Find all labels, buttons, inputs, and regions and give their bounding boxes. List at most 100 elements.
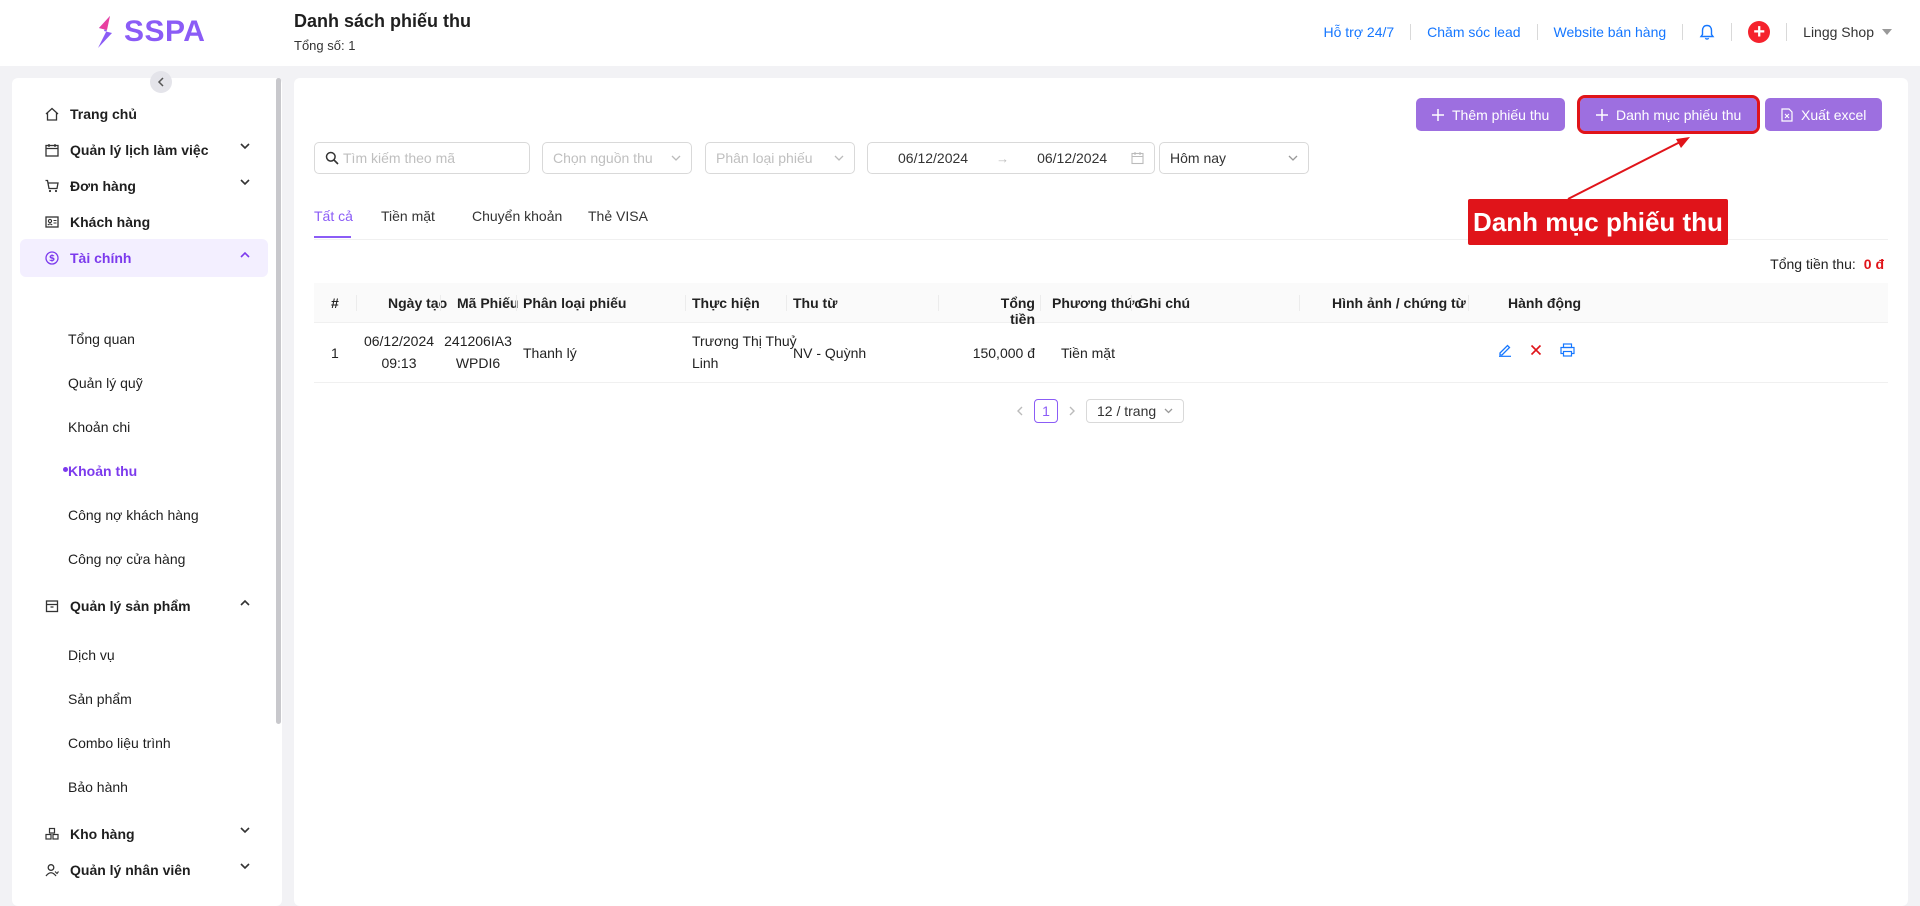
support-link[interactable]: Hỗ trợ 24/7 bbox=[1308, 24, 1412, 40]
col-separator bbox=[356, 295, 357, 311]
cell-method: Tiền mặt bbox=[1061, 345, 1115, 361]
total-income-amount: 0 đ bbox=[1863, 256, 1884, 272]
delete-icon[interactable] bbox=[1529, 343, 1543, 357]
receipt-type-select[interactable]: Phân loại phiếu bbox=[705, 142, 855, 174]
date-range-picker[interactable]: 06/12/2024 → 06/12/2024 bbox=[867, 142, 1155, 174]
plus-icon bbox=[1596, 108, 1608, 121]
table-header: # Ngày tạo Mã Phiếu Phân loại phiếu Thực… bbox=[314, 283, 1888, 327]
cell-performer: Trương Thị Thuỷ Linh bbox=[692, 330, 797, 374]
page-number-current[interactable]: 1 bbox=[1034, 399, 1058, 423]
warehouse-icon bbox=[44, 826, 60, 842]
chevron-up-icon bbox=[240, 251, 250, 258]
sidebar-subitem-products[interactable]: Sản phẩm bbox=[68, 691, 132, 707]
sidebar-subitem-warranty[interactable]: Bảo hành bbox=[68, 779, 128, 795]
date-from[interactable]: 06/12/2024 bbox=[898, 150, 968, 166]
chevron-down-icon bbox=[240, 143, 250, 150]
tab-visa[interactable]: Thẻ VISA bbox=[588, 208, 648, 224]
cell-code[interactable]: 241206IA3 WPDI6 bbox=[444, 330, 512, 374]
receipt-category-button[interactable]: Danh mục phiếu thu bbox=[1576, 95, 1761, 134]
sidebar-item-staff[interactable]: Quản lý nhân viên bbox=[20, 851, 268, 889]
sidebar-subitem-store-debt[interactable]: Công nợ cửa hàng bbox=[68, 551, 185, 567]
chevron-down-icon bbox=[240, 179, 250, 186]
cart-icon bbox=[44, 178, 60, 194]
quick-add-button[interactable]: + bbox=[1732, 21, 1788, 43]
add-receipt-button[interactable]: Thêm phiếu thu bbox=[1416, 98, 1566, 131]
search-input[interactable]: Tìm kiếm theo mã bbox=[314, 142, 530, 174]
sidebar-item-warehouse[interactable]: Kho hàng bbox=[20, 815, 268, 853]
chevron-right-icon[interactable] bbox=[1068, 406, 1076, 416]
lead-care-link[interactable]: Chăm sóc lead bbox=[1411, 24, 1538, 40]
table-row[interactable]: 1 06/12/2024 09:13 241206IA3 WPDI6 Thanh… bbox=[314, 323, 1888, 383]
plus-icon bbox=[1432, 108, 1444, 121]
search-placeholder: Tìm kiếm theo mã bbox=[343, 150, 456, 166]
col-created-date: Ngày tạo bbox=[388, 295, 448, 311]
chevron-down-icon bbox=[671, 155, 681, 161]
cell-performer-line2: Linh bbox=[692, 355, 719, 371]
sidebar-subitem-customer-debt[interactable]: Công nợ khách hàng bbox=[68, 507, 199, 523]
col-separator bbox=[786, 295, 787, 311]
date-preset-select[interactable]: Hôm nay bbox=[1159, 142, 1309, 174]
file-excel-icon bbox=[1781, 107, 1793, 122]
chevron-down-icon bbox=[240, 827, 250, 834]
tab-all[interactable]: Tất cả bbox=[314, 208, 353, 224]
notification-button[interactable] bbox=[1683, 23, 1733, 41]
col-performer: Thực hiện bbox=[692, 295, 760, 311]
sidebar-item-finance[interactable]: $ Tài chính bbox=[20, 239, 268, 277]
annotation-callout: Danh mục phiếu thu bbox=[1468, 199, 1728, 245]
cell-created-date: 06/12/2024 09:13 bbox=[362, 330, 436, 374]
top-links: Hỗ trợ 24/7 Chăm sóc lead Website bán hà… bbox=[1308, 20, 1892, 44]
tab-transfer[interactable]: Chuyển khoản bbox=[472, 208, 562, 224]
sidebar-item-products[interactable]: Quản lý sản phẩm bbox=[20, 587, 268, 625]
sidebar-subitem-expense[interactable]: Khoản chi bbox=[68, 419, 130, 435]
cell-type: Thanh lý bbox=[523, 345, 577, 361]
sidebar-item-schedule[interactable]: Quản lý lịch làm việc bbox=[20, 131, 268, 169]
sidebar: Trang chủ Quản lý lịch làm việc Đơn hàng… bbox=[12, 71, 282, 906]
chevron-left-icon[interactable] bbox=[1016, 406, 1024, 416]
sidebar-subitem-overview[interactable]: Tổng quan bbox=[68, 331, 135, 347]
printer-icon[interactable] bbox=[1560, 343, 1575, 357]
logo-mark-icon bbox=[98, 16, 112, 48]
cell-time: 09:13 bbox=[381, 355, 417, 371]
sidebar-scrollbar[interactable] bbox=[276, 78, 281, 724]
app-logo[interactable]: SSPA bbox=[94, 14, 205, 50]
chevron-up-icon bbox=[240, 599, 250, 606]
sidebar-subitem-fund[interactable]: Quản lý quỹ bbox=[68, 375, 143, 391]
bell-icon bbox=[1699, 24, 1715, 40]
logo-text: SSPA bbox=[124, 15, 206, 48]
date-to[interactable]: 06/12/2024 bbox=[1037, 150, 1107, 166]
sidebar-subitem-income[interactable]: Khoản thu bbox=[68, 463, 137, 479]
shop-selector[interactable]: Lingg Shop bbox=[1787, 24, 1892, 40]
search-icon bbox=[325, 151, 339, 165]
col-separator bbox=[440, 295, 441, 311]
page-size-select[interactable]: 12 / trang bbox=[1086, 399, 1185, 423]
col-actions: Hành động bbox=[1508, 295, 1582, 311]
chevron-left-icon bbox=[157, 77, 164, 87]
sidebar-subitem-combo[interactable]: Combo liệu trình bbox=[68, 735, 171, 751]
col-index: # bbox=[331, 295, 339, 311]
sidebar-item-home[interactable]: Trang chủ bbox=[20, 95, 268, 133]
cell-code-line2: WPDI6 bbox=[455, 355, 501, 371]
col-separator bbox=[1468, 295, 1469, 311]
page-heading: Danh sách phiếu thu Tổng số: 1 bbox=[294, 11, 471, 53]
sales-website-link[interactable]: Website bán hàng bbox=[1538, 24, 1684, 40]
col-separator bbox=[516, 295, 517, 311]
edit-icon[interactable] bbox=[1498, 343, 1512, 357]
col-code: Mã Phiếu bbox=[457, 295, 519, 311]
income-source-placeholder: Chọn nguồn thu bbox=[553, 150, 653, 166]
sidebar-item-label: Trang chủ bbox=[70, 106, 137, 122]
cell-actions bbox=[1498, 343, 1575, 357]
sidebar-item-orders[interactable]: Đơn hàng bbox=[20, 167, 268, 205]
sidebar-subitem-services[interactable]: Dịch vụ bbox=[68, 647, 115, 663]
cell-date: 06/12/2024 bbox=[363, 333, 435, 349]
cell-code-line1: 241206IA3 bbox=[444, 333, 512, 349]
export-excel-button[interactable]: Xuất excel bbox=[1765, 98, 1883, 131]
sidebar-collapse-button[interactable] bbox=[150, 71, 172, 93]
sidebar-item-label: Quản lý nhân viên bbox=[70, 862, 191, 878]
col-from: Thu từ bbox=[793, 295, 838, 311]
sidebar-item-customers[interactable]: Khách hàng bbox=[20, 203, 268, 241]
add-receipt-label: Thêm phiếu thu bbox=[1452, 106, 1550, 123]
col-image: Hình ảnh / chứng từ bbox=[1332, 295, 1466, 311]
income-source-select[interactable]: Chọn nguồn thu bbox=[542, 142, 692, 174]
tab-cash[interactable]: Tiền mặt bbox=[381, 208, 435, 224]
svg-text:$: $ bbox=[49, 254, 55, 264]
